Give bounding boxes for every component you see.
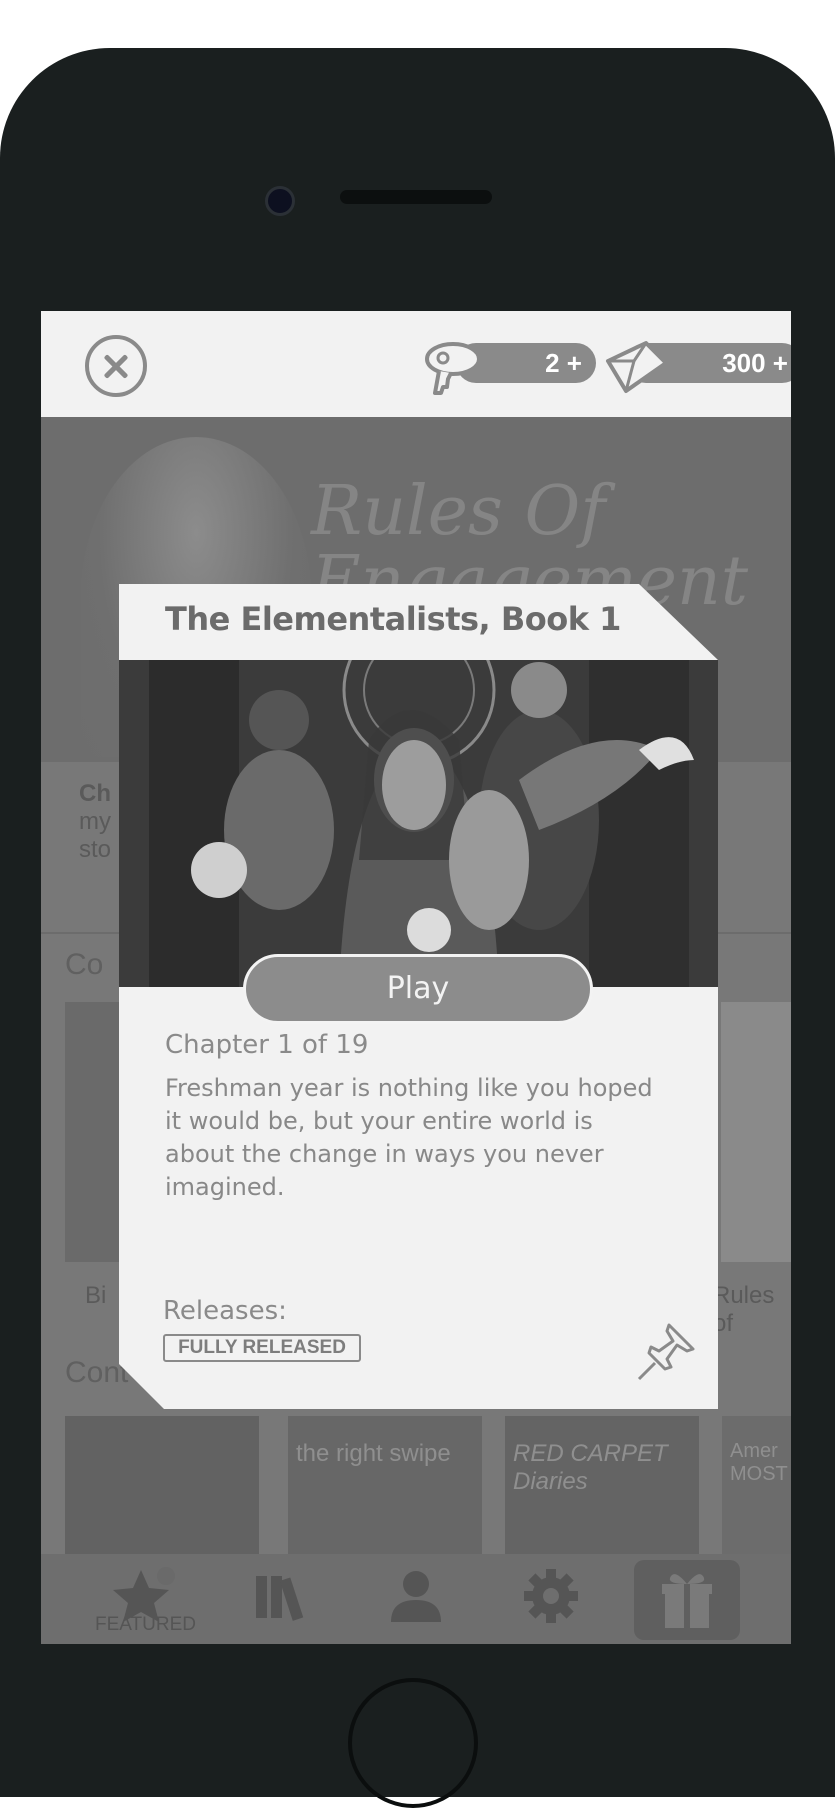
story-card[interactable]: Amer MOST: [722, 1416, 791, 1556]
story-card-caption: Bi: [85, 1282, 107, 1309]
nav-profile[interactable]: [381, 1566, 461, 1632]
chapter-progress: Chapter 1 of 19: [165, 1030, 369, 1060]
earpiece-speaker: [340, 190, 492, 204]
nav-gift[interactable]: [634, 1560, 740, 1640]
close-icon[interactable]: [85, 335, 147, 397]
top-bar: 2 + 300 +: [41, 311, 791, 417]
app-screen: Rules Of Engagement Ch my sto Co Bi Rule…: [41, 311, 791, 1644]
bottom-nav: FEATURED: [41, 1554, 791, 1644]
promo-line-2: my: [79, 808, 111, 835]
front-camera: [265, 186, 295, 216]
pin-icon[interactable]: [635, 1319, 699, 1383]
releases-label: Releases:: [163, 1296, 287, 1326]
story-card[interactable]: [721, 1002, 791, 1262]
story-cover-art: [119, 660, 718, 987]
gem-icon: [606, 341, 668, 393]
story-title: The Elementalists, Book 1: [165, 600, 621, 638]
gift-icon: [662, 1574, 712, 1628]
key-icon: [425, 342, 481, 395]
story-card[interactable]: RED CARPET Diaries: [505, 1416, 699, 1556]
promo-line-1: Ch: [79, 780, 111, 807]
play-button[interactable]: Play: [243, 954, 593, 1024]
phone-frame: Rules Of Engagement Ch my sto Co Bi Rule…: [0, 48, 835, 1808]
gear-icon: [524, 1569, 578, 1623]
nav-featured-label: FEATURED: [95, 1614, 196, 1635]
story-card-caption: Rules of: [713, 1282, 775, 1337]
nav-library[interactable]: [246, 1566, 326, 1632]
story-card-title: the right swipe: [296, 1440, 451, 1467]
nav-settings[interactable]: [516, 1566, 596, 1632]
story-detail-modal: The Elementalists, Book 1 Play Chapter 1…: [119, 584, 718, 1409]
story-card[interactable]: the right swipe: [288, 1416, 482, 1556]
section-heading-1: Co: [65, 948, 104, 981]
promo-line-3: sto: [79, 836, 112, 863]
home-button[interactable]: [348, 1678, 478, 1808]
library-icon: [256, 1576, 304, 1621]
person-icon: [391, 1571, 441, 1622]
release-status-badge: FULLY RELEASED: [163, 1334, 361, 1362]
story-card-title: RED CARPET Diaries: [513, 1440, 668, 1495]
cover-illustration: [119, 660, 718, 987]
story-card-title: Amer MOST: [730, 1440, 788, 1485]
story-description: Freshman year is nothing like you hoped …: [165, 1074, 653, 1201]
story-card[interactable]: [65, 1416, 259, 1556]
